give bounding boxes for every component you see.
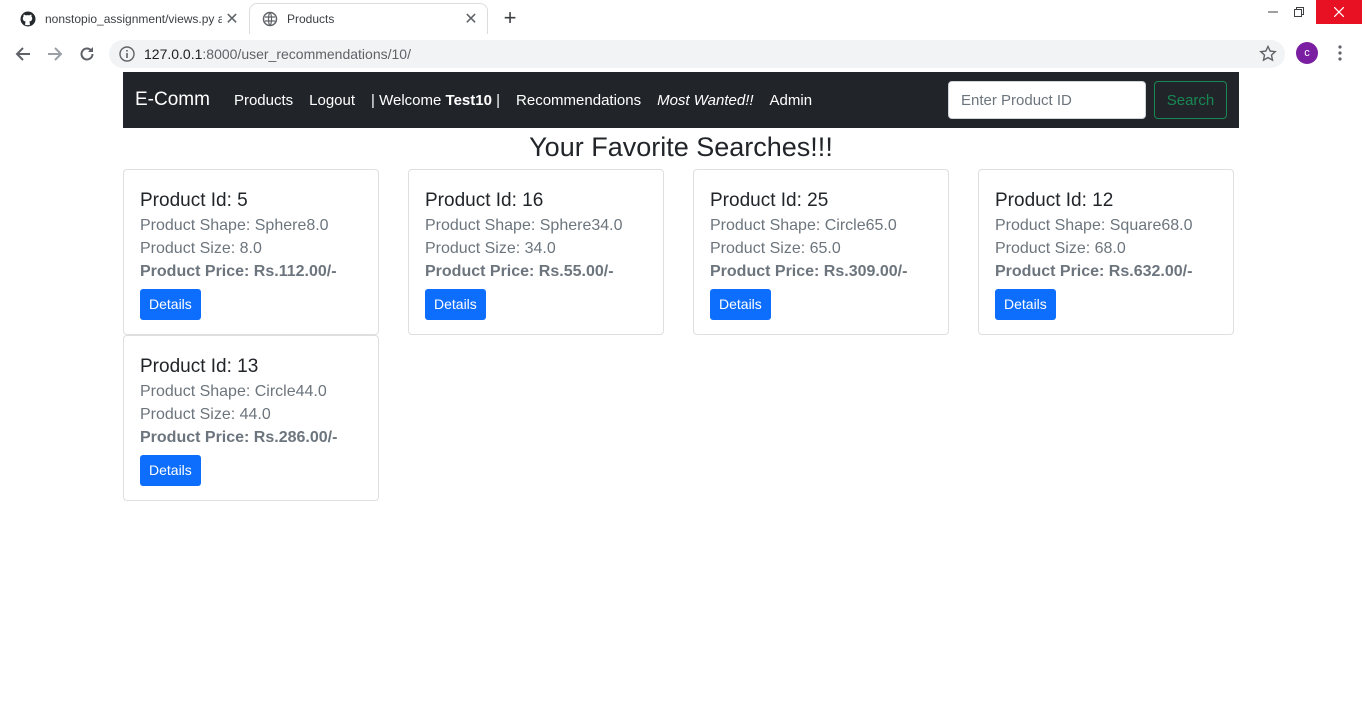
url-text: 127.0.0.1:8000/user_recommendations/10/ xyxy=(144,46,411,62)
product-size: Product Size: 65.0 xyxy=(710,240,841,257)
product-shape: Product Shape: Sphere34.0 xyxy=(425,217,623,234)
welcome-suffix: | xyxy=(491,91,501,109)
tab-title: Products xyxy=(287,12,335,26)
details-button[interactable]: Details xyxy=(140,455,201,486)
product-id: Product Id: 5 xyxy=(140,190,248,211)
product-id-search-input[interactable] xyxy=(948,81,1146,119)
page-title: Your Favorite Searches!!! xyxy=(529,132,833,162)
profile-avatar[interactable]: c xyxy=(1296,42,1318,64)
reload-icon[interactable] xyxy=(73,40,101,68)
details-button[interactable]: Details xyxy=(140,289,201,320)
product-card: Product Id: 25 Product Shape: Circle65.0… xyxy=(693,169,949,335)
product-price: Product Price: Rs.309.00/- xyxy=(710,263,908,280)
close-icon[interactable]: ✕ xyxy=(222,9,242,29)
product-size: Product Size: 44.0 xyxy=(140,406,271,423)
details-button[interactable]: Details xyxy=(995,289,1056,320)
product-price: Product Price: Rs.55.00/- xyxy=(425,263,614,280)
nav-products-link[interactable]: Products xyxy=(234,92,293,109)
product-card: Product Id: 5 Product Shape: Sphere8.0 P… xyxy=(123,169,379,335)
nav-recommendations-link[interactable]: Recommendations xyxy=(516,92,641,109)
welcome-prefix: | Welcome xyxy=(371,91,446,109)
brand-link[interactable]: E-Comm xyxy=(135,89,210,111)
site-navbar: E-Comm Products Logout | Welcome Test10 … xyxy=(123,72,1239,128)
browser-tab-products[interactable]: Products ✕ xyxy=(249,3,488,34)
new-tab-icon[interactable]: + xyxy=(498,5,522,30)
star-icon[interactable] xyxy=(1259,45,1277,63)
product-size: Product Size: 8.0 xyxy=(140,240,262,257)
nav-logout-link[interactable]: Logout xyxy=(309,92,355,109)
github-icon xyxy=(20,11,36,26)
back-arrow-icon[interactable] xyxy=(9,40,37,68)
product-id: Product Id: 12 xyxy=(995,190,1114,211)
product-size: Product Size: 34.0 xyxy=(425,240,556,257)
browser-tab-github[interactable]: nonstopio_assignment/views.py a ✕ xyxy=(8,3,248,34)
product-size: Product Size: 68.0 xyxy=(995,240,1126,257)
product-shape: Product Shape: Circle65.0 xyxy=(710,217,897,234)
product-shape: Product Shape: Circle44.0 xyxy=(140,383,327,400)
product-card: Product Id: 13 Product Shape: Circle44.0… xyxy=(123,335,379,501)
product-id: Product Id: 25 xyxy=(710,190,829,211)
nav-admin-link[interactable]: Admin xyxy=(770,92,813,109)
url-host: 127.0.0.1 xyxy=(144,46,203,62)
product-id: Product Id: 16 xyxy=(425,190,544,211)
product-card: Product Id: 12 Product Shape: Square68.0… xyxy=(978,169,1234,335)
search-form: Search xyxy=(948,81,1227,119)
details-button[interactable]: Details xyxy=(425,289,486,320)
product-price: Product Price: Rs.286.00/- xyxy=(140,429,338,446)
browser-tabstrip: nonstopio_assignment/views.py a ✕ Produc… xyxy=(0,0,1362,36)
close-icon[interactable]: ✕ xyxy=(461,9,481,29)
window-close-icon[interactable] xyxy=(1316,0,1362,24)
tab-title: nonstopio_assignment/views.py a xyxy=(45,11,222,26)
address-bar[interactable]: 127.0.0.1:8000/user_recommendations/10/ xyxy=(109,40,1285,68)
product-id: Product Id: 13 xyxy=(140,356,259,377)
welcome-text: | Welcome Test10 | xyxy=(371,92,500,109)
nav-most-wanted-link[interactable]: Most Wanted!! xyxy=(657,92,753,109)
search-button[interactable]: Search xyxy=(1154,81,1227,119)
forward-arrow-icon[interactable] xyxy=(41,40,69,68)
product-shape: Product Shape: Square68.0 xyxy=(995,217,1193,234)
details-button[interactable]: Details xyxy=(710,289,771,320)
product-price: Product Price: Rs.632.00/- xyxy=(995,263,1193,280)
more-menu-icon[interactable] xyxy=(1330,42,1350,64)
product-price: Product Price: Rs.112.00/- xyxy=(140,263,337,280)
product-shape: Product Shape: Sphere8.0 xyxy=(140,217,329,234)
globe-icon xyxy=(262,11,278,27)
welcome-username: Test10 xyxy=(445,91,492,109)
info-icon[interactable] xyxy=(119,46,135,62)
url-path: :8000/user_recommendations/10/ xyxy=(202,46,411,62)
product-card: Product Id: 16 Product Shape: Sphere34.0… xyxy=(408,169,664,335)
restore-icon[interactable] xyxy=(1284,0,1314,24)
